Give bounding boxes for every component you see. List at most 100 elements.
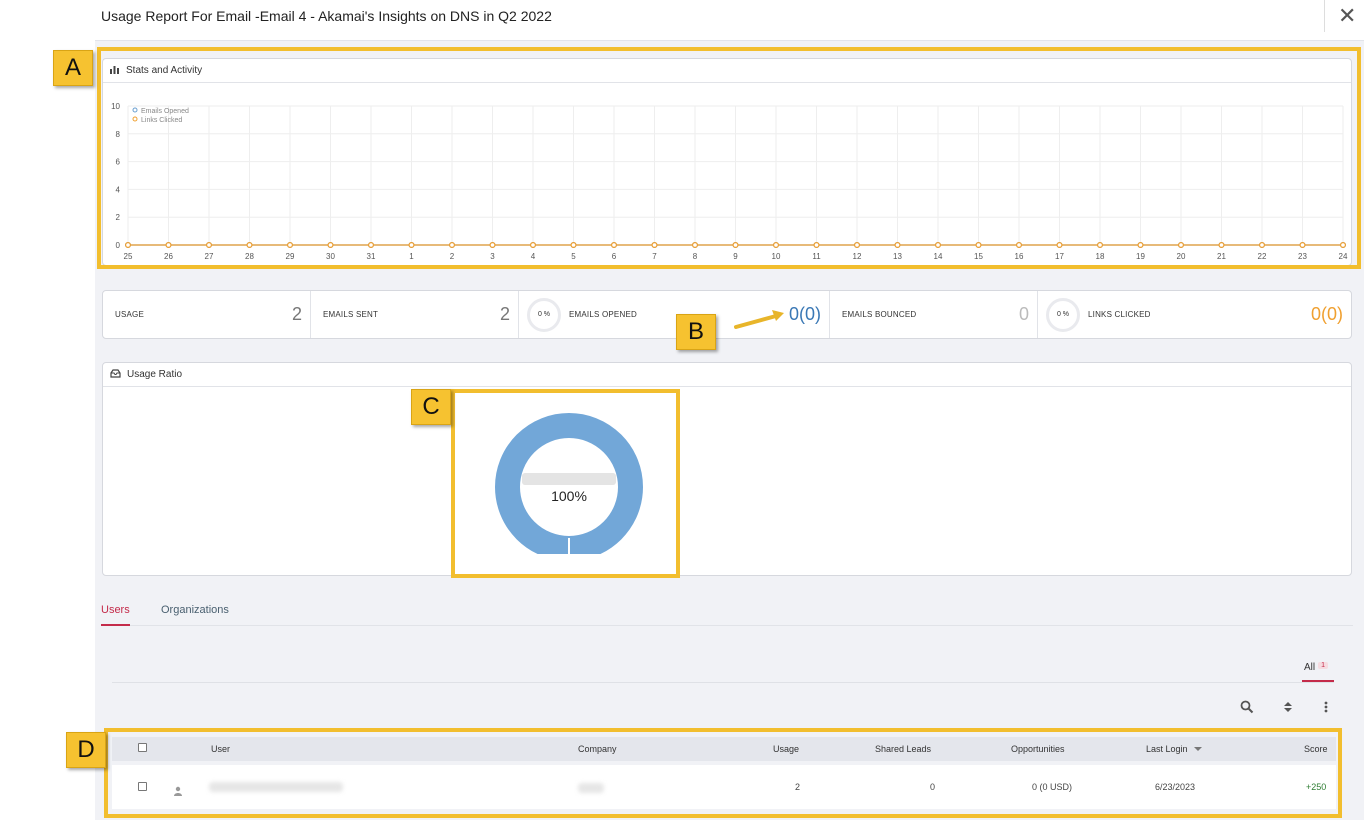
data-point[interactable] — [205, 242, 212, 249]
data-point[interactable] — [165, 242, 172, 249]
donut-percent-label: 100% — [551, 488, 587, 504]
data-point[interactable] — [772, 242, 779, 249]
row-checkbox[interactable] — [138, 782, 147, 791]
filter-divider — [112, 682, 1334, 683]
data-point[interactable] — [287, 242, 294, 249]
data-point[interactable] — [934, 242, 941, 249]
x-tick-label: 11 — [812, 252, 821, 261]
data-point[interactable] — [1177, 242, 1184, 249]
data-point[interactable] — [408, 242, 415, 249]
metric-emails-bounced: EMAILS BOUNCED 0 — [830, 291, 1038, 338]
legend-marker — [132, 107, 138, 113]
donut-label-redacted — [522, 473, 616, 485]
user-name-redacted[interactable] — [209, 782, 343, 792]
donut-hole — [518, 436, 620, 538]
data-point[interactable] — [327, 242, 334, 249]
x-tick-label: 19 — [1136, 252, 1145, 261]
activity-line-chart: 024681025 26 27 28 29 30 31 1 2 3 4 5 6 7 8 9 10 11 12 13 14… — [111, 102, 1348, 261]
x-tick-label: 16 — [1015, 252, 1024, 261]
data-point[interactable] — [853, 242, 860, 249]
x-tick-label: 18 — [1096, 252, 1105, 261]
stats-panel-header: Stats and Activity — [103, 59, 1351, 83]
metrics-bar: USAGE 2 EMAILS SENT 2 0 % EMAILS OPENED … — [102, 290, 1352, 339]
select-all-checkbox[interactable] — [138, 743, 147, 752]
annotation-label-d: D — [66, 732, 106, 768]
x-tick-label: 17 — [1055, 252, 1064, 261]
x-tick-label: 20 — [1177, 252, 1186, 261]
data-point[interactable] — [1096, 242, 1103, 249]
filter-all-count: 1 — [1318, 662, 1329, 669]
x-tick-label: 3 — [490, 252, 495, 261]
x-tick-label: 28 — [245, 252, 254, 261]
tab-organizations[interactable]: Organizations — [161, 604, 229, 616]
stats-panel-title: Stats and Activity — [126, 65, 203, 76]
data-point[interactable] — [489, 242, 496, 249]
table-row[interactable]: 2 0 0 (0 USD) 6/23/2023 +250 — [112, 765, 1336, 809]
x-tick-label: 8 — [693, 252, 698, 261]
col-header-last-login[interactable]: Last Login — [1146, 744, 1203, 754]
ratio-panel-header: Usage Ratio — [103, 363, 1351, 387]
page: Usage Report For Email -Email 4 - Akamai… — [0, 0, 1364, 820]
x-tick-label: 26 — [164, 252, 173, 261]
data-point[interactable] — [894, 242, 901, 249]
data-point[interactable] — [1137, 242, 1144, 249]
metric-links-clicked: 0 % LINKS CLICKED 0(0) — [1038, 291, 1351, 338]
data-point[interactable] — [570, 242, 577, 249]
legend-label[interactable]: Links Clicked — [141, 117, 182, 124]
company-redacted — [578, 783, 604, 793]
data-point[interactable] — [1258, 242, 1265, 249]
x-tick-label: 29 — [286, 252, 295, 261]
x-tick-label: 31 — [367, 252, 376, 261]
col-header-company[interactable]: Company — [578, 744, 617, 754]
x-tick-label: 5 — [571, 252, 576, 261]
data-point[interactable] — [975, 242, 982, 249]
col-header-user[interactable]: User — [211, 744, 230, 754]
data-point[interactable] — [611, 242, 618, 249]
data-point[interactable] — [1056, 242, 1063, 249]
data-point[interactable] — [125, 242, 132, 249]
x-tick-label: 22 — [1258, 252, 1267, 261]
data-point[interactable] — [1015, 242, 1022, 249]
ratio-panel-title: Usage Ratio — [127, 369, 183, 380]
data-point[interactable] — [732, 242, 739, 249]
legend-label[interactable]: Emails Opened — [141, 108, 189, 115]
x-tick-label: 10 — [772, 252, 781, 261]
x-tick-label: 21 — [1217, 252, 1226, 261]
data-point[interactable] — [530, 242, 537, 249]
metric-emails-sent-value: 2 — [499, 304, 510, 324]
x-tick-label: 30 — [326, 252, 335, 261]
sort-desc-icon — [1194, 747, 1203, 751]
close-icon[interactable]: ✕ — [1338, 4, 1356, 29]
filter-all-label: All — [1304, 662, 1316, 673]
data-point[interactable] — [1299, 242, 1306, 249]
sort-icon[interactable] — [1283, 700, 1293, 718]
x-tick-label: 6 — [612, 252, 617, 261]
annotation-label-c: C — [411, 389, 451, 425]
data-point[interactable] — [246, 242, 253, 249]
close-separator — [1324, 0, 1325, 32]
data-point[interactable] — [651, 242, 658, 249]
x-tick-label: 12 — [853, 252, 862, 261]
y-tick-label: 8 — [116, 130, 121, 139]
data-point[interactable] — [449, 242, 456, 249]
more-options-icon[interactable] — [1323, 700, 1329, 718]
tab-users[interactable]: Users — [101, 604, 130, 626]
metric-links-clicked-value[interactable]: 0(0) — [1311, 304, 1343, 325]
filter-all[interactable]: All 1 — [1304, 662, 1329, 673]
col-header-usage[interactable]: Usage — [773, 744, 799, 754]
search-icon[interactable] — [1240, 700, 1254, 718]
data-point[interactable] — [691, 242, 698, 249]
col-header-opportunities[interactable]: Opportunities — [1011, 744, 1065, 754]
data-point[interactable] — [368, 242, 375, 249]
metric-emails-sent: EMAILS SENT 2 — [311, 291, 519, 338]
col-header-score[interactable]: Score — [1304, 744, 1328, 754]
metric-emails-opened-value[interactable]: 0(0) — [789, 304, 821, 325]
x-tick-label: 14 — [934, 252, 943, 261]
users-org-tabs: Users Organizations — [101, 600, 1353, 626]
data-point[interactable] — [1218, 242, 1225, 249]
col-header-shared-leads[interactable]: Shared Leads — [875, 744, 931, 754]
data-point[interactable] — [813, 242, 820, 249]
data-point[interactable] — [1339, 242, 1346, 249]
usage-ratio-donut: 100% — [495, 413, 643, 554]
annotation-label-b: B — [676, 314, 716, 350]
